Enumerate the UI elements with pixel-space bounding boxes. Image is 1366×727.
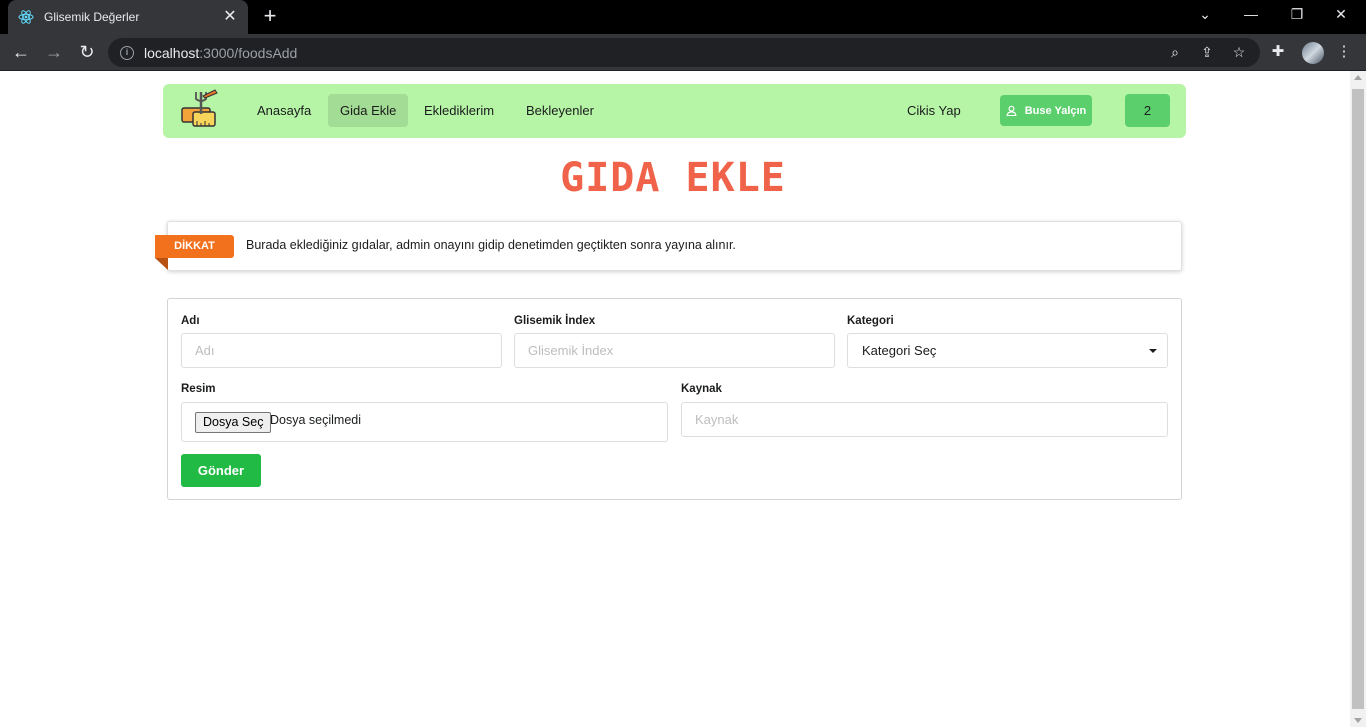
url-path: :3000/foodsAdd	[199, 44, 298, 61]
page-title: GIDA EKLE	[560, 155, 786, 201]
app-logo[interactable]	[179, 88, 223, 132]
url-host: localhost	[144, 44, 200, 61]
user-button[interactable]: Buse Yalçın	[1000, 95, 1092, 126]
name-label: Adı	[181, 315, 200, 327]
category-label: Kategori	[847, 315, 894, 327]
react-favicon-icon	[18, 9, 34, 25]
nav-link-gida-ekle[interactable]: Gida Ekle	[328, 94, 409, 127]
close-window-icon[interactable]: ✕	[1331, 6, 1351, 23]
notice-text: Burada eklediğiniz gıdalar, admin onayın…	[246, 238, 736, 252]
submit-button[interactable]: Gönder	[181, 454, 261, 487]
chrome-menu-icon[interactable]: ⋮	[1334, 42, 1354, 60]
choose-file-button[interactable]: Dosya Seç	[195, 412, 272, 433]
extensions-icon[interactable]: ✚	[1268, 42, 1288, 60]
dropdown-caret-icon	[1149, 349, 1157, 353]
nav-link-anasayfa[interactable]: Anasayfa	[245, 94, 323, 127]
user-name: Buse Yalçın	[1024, 104, 1087, 117]
page-viewport: Anasayfa Gida Ekle Eklediklerim Bekleyen…	[0, 71, 1350, 727]
name-input[interactable]	[181, 333, 502, 368]
pending-count-button[interactable]: 2	[1125, 94, 1170, 127]
profile-avatar[interactable]	[1302, 42, 1324, 64]
reload-icon[interactable]: ↻	[76, 42, 98, 64]
forward-icon[interactable]: →	[43, 42, 65, 64]
nav-link-bekleyenler[interactable]: Bekleyenler	[514, 94, 606, 127]
notice-segment: DİKKAT Burada eklediğiniz gıdalar, admin…	[155, 221, 1182, 271]
restore-icon[interactable]: ❐	[1287, 6, 1307, 23]
browser-toolbar: ← → ↻ i localhost:3000/foodsAdd ⌕ ⇪ ☆	[0, 34, 1366, 71]
image-label: Resim	[181, 383, 216, 395]
zoom-icon[interactable]: ⌕	[1166, 44, 1184, 61]
bookmark-star-icon[interactable]: ☆	[1230, 44, 1248, 61]
file-status: Dosya seçilmedi	[270, 413, 362, 427]
source-input[interactable]	[681, 402, 1168, 437]
browser-tab-strip: Glisemik Değerler ✕ + ⌄ — ❐ ✕	[0, 0, 1366, 34]
minimize-icon[interactable]: —	[1241, 6, 1261, 22]
logout-link[interactable]: Cikis Yap	[895, 94, 973, 127]
food-add-form: Adı Glisemik İndex Kategori Kategori Seç…	[167, 298, 1182, 500]
tab-close-icon[interactable]: ✕	[222, 9, 238, 25]
glycemic-index-input[interactable]	[514, 333, 835, 368]
tab-search-chevron-icon[interactable]: ⌄	[1195, 6, 1215, 23]
category-selected-value: Kategori Seç	[862, 343, 937, 358]
scroll-down-arrow-icon[interactable]	[1354, 718, 1362, 723]
browser-tab[interactable]: Glisemik Değerler ✕	[8, 0, 248, 34]
nav-link-eklediklerim[interactable]: Eklediklerim	[412, 94, 506, 127]
gi-label: Glisemik İndex	[514, 315, 596, 327]
ribbon-fold	[155, 258, 168, 270]
scroll-thumb[interactable]	[1352, 89, 1364, 709]
scroll-up-arrow-icon[interactable]	[1354, 75, 1362, 80]
new-tab-icon[interactable]: +	[260, 5, 280, 27]
top-navbar: Anasayfa Gida Ekle Eklediklerim Bekleyen…	[163, 84, 1186, 138]
tab-title: Glisemik Değerler	[44, 10, 140, 24]
user-icon	[1006, 105, 1017, 116]
site-info-icon[interactable]: i	[120, 45, 134, 60]
source-label: Kaynak	[681, 383, 722, 395]
share-icon[interactable]: ⇪	[1198, 44, 1216, 61]
notice-ribbon-label: DİKKAT	[155, 235, 234, 258]
page-scrollbar[interactable]	[1350, 71, 1366, 727]
image-file-input[interactable]: Dosya Seç Dosya seçilmedi	[181, 402, 668, 442]
back-icon[interactable]: ←	[10, 42, 32, 64]
category-select[interactable]: Kategori Seç	[847, 333, 1168, 368]
address-bar[interactable]: i localhost:3000/foodsAdd ⌕ ⇪ ☆	[108, 38, 1260, 67]
